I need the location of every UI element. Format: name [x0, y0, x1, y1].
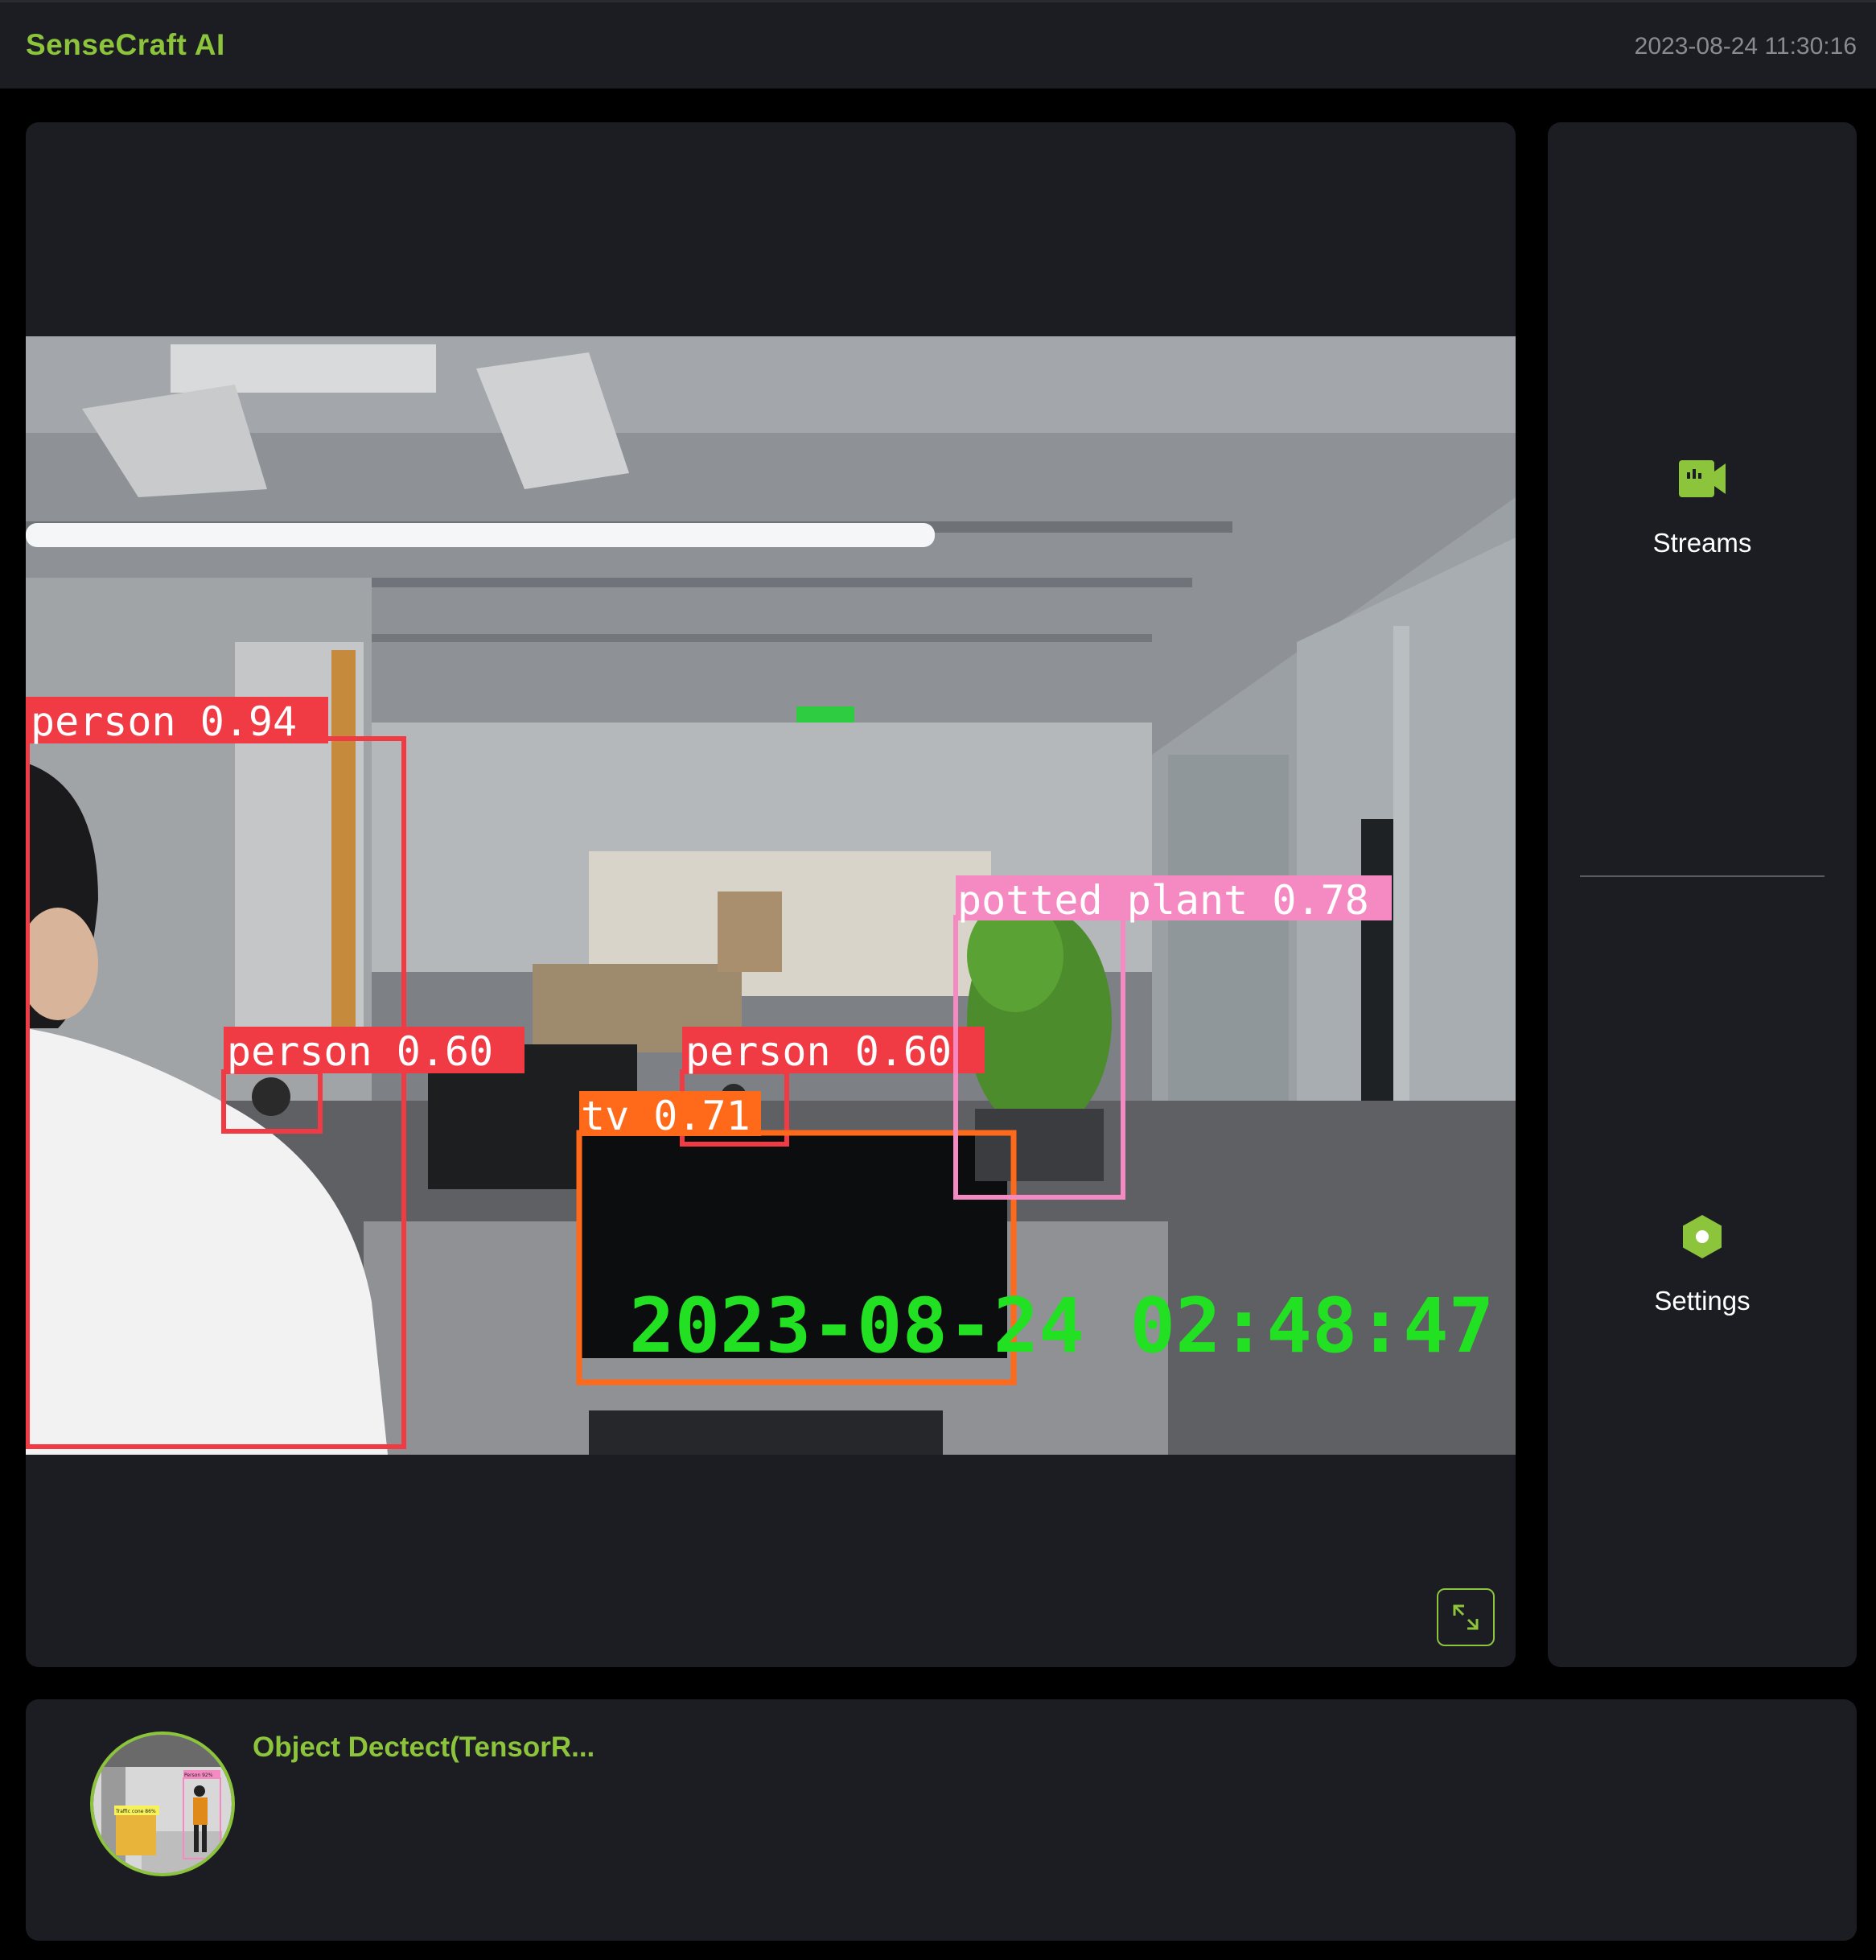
fullscreen-button[interactable]	[1437, 1588, 1495, 1646]
app-card[interactable]: Traffic cone 86% Person 92% Object Decte…	[26, 1699, 1857, 1941]
video-camera-icon	[1679, 460, 1726, 497]
app-title[interactable]: Object Dectect(TensorR...	[253, 1731, 594, 1764]
settings-hexagon-icon	[1683, 1215, 1722, 1258]
camera-frame: person 0.94 person 0.60 person 0.60 tv 0…	[26, 336, 1516, 1455]
svg-text:person 0.60: person 0.60	[685, 1028, 952, 1075]
app-thumbnail-image: Traffic cone 86% Person 92%	[93, 1735, 232, 1873]
svg-text:Person 92%: Person 92%	[184, 1773, 213, 1778]
video-panel: person 0.94 person 0.60 person 0.60 tv 0…	[26, 122, 1516, 1667]
svg-text:tv 0.71: tv 0.71	[581, 1093, 751, 1139]
brand-title: SenseCraft AI	[26, 28, 225, 61]
app-thumbnail: Traffic cone 86% Person 92%	[90, 1731, 235, 1876]
overlay-timestamp: 2023-08-24 02:48:47	[629, 1283, 1494, 1370]
sidebar: Streams Settings	[1548, 122, 1857, 1667]
expand-icon	[1453, 1604, 1479, 1630]
sidebar-item-settings[interactable]: Settings	[1548, 1212, 1857, 1316]
header-datetime: 2023-08-24 11:30:16	[1634, 33, 1857, 60]
svg-text:person 0.60: person 0.60	[227, 1028, 493, 1075]
svg-text:Traffic cone 86%: Traffic cone 86%	[115, 1809, 156, 1814]
svg-text:person 0.94: person 0.94	[31, 698, 297, 745]
svg-text:potted plant 0.78: potted plant 0.78	[957, 877, 1369, 924]
top-bar: SenseCraft AI 2023-08-24 11:30:16	[0, 0, 1876, 89]
sidebar-divider	[1580, 875, 1825, 877]
sidebar-item-label: Streams	[1652, 528, 1752, 558]
sidebar-item-streams[interactable]: Streams	[1548, 454, 1857, 558]
camera-scene: person 0.94 person 0.60 person 0.60 tv 0…	[26, 336, 1516, 1455]
sidebar-item-label: Settings	[1654, 1286, 1751, 1316]
